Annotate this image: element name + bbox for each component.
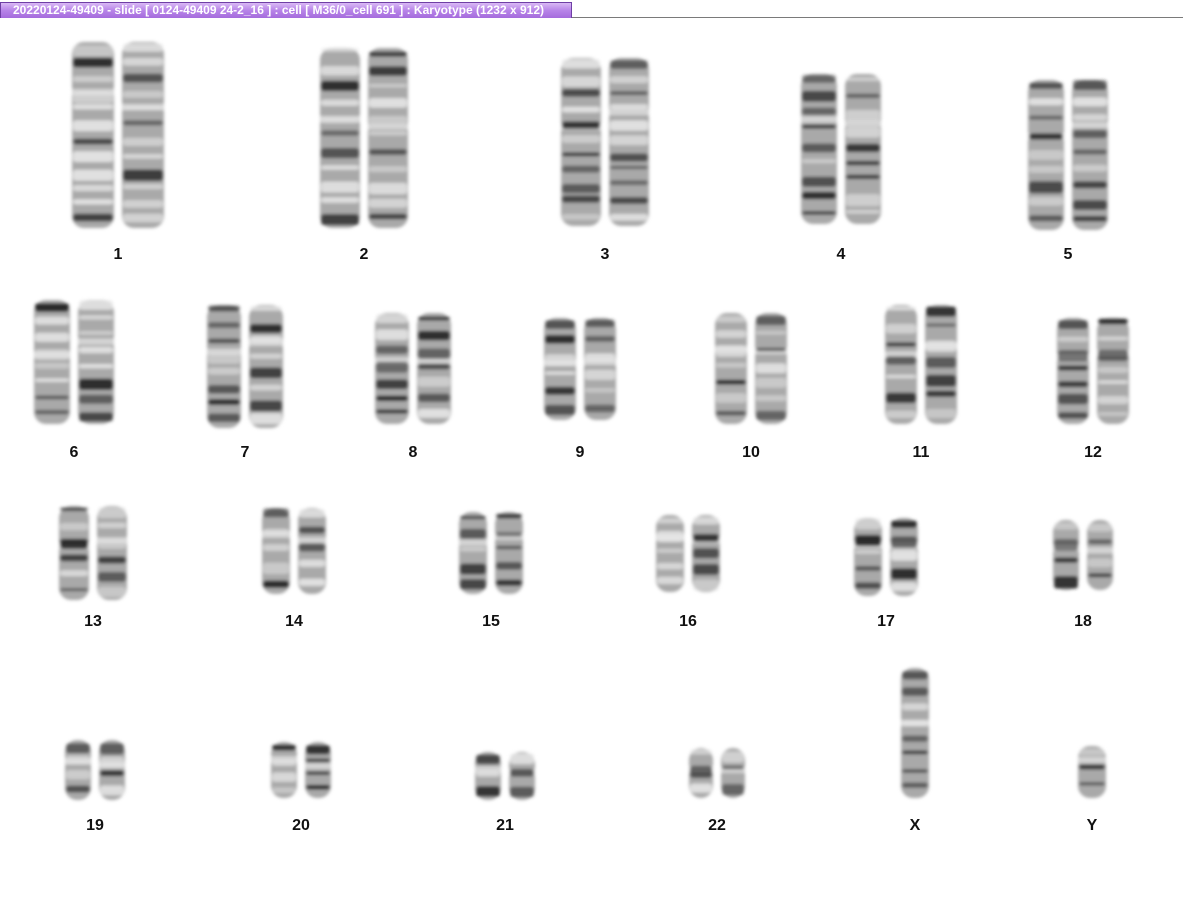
chromatid-19-1 <box>63 740 93 800</box>
chromatid-22-1 <box>687 748 715 798</box>
chromosome-label-9: 9 <box>575 444 585 461</box>
chromosome-label-3: 3 <box>600 246 610 263</box>
chromosome-4-pair[interactable] <box>797 70 885 228</box>
karyotype-panel: 1 2 3 4 5 6 7 8 9 10 11 12 13 14 15 16 17 18 19 20 21 22 X Y <box>0 19 1183 899</box>
chromatid-2-1 <box>318 48 362 228</box>
chromatid-7-1 <box>205 305 243 428</box>
chromatid-1-1 <box>70 42 116 228</box>
chromosome-label-15: 15 <box>482 613 500 630</box>
chromatid-6-1 <box>32 300 72 424</box>
chromatid-16-2 <box>690 515 722 592</box>
chromatid-7-2 <box>247 305 285 428</box>
chromatid-6-2 <box>76 300 116 424</box>
chromosome-label-6: 6 <box>69 444 79 461</box>
chromosome-y-pair[interactable] <box>1074 742 1110 802</box>
chromatid-10-1 <box>713 313 749 424</box>
chromatid-18-1 <box>1051 520 1081 590</box>
chromosome-9-pair[interactable] <box>540 314 620 424</box>
chromosome-label-20: 20 <box>292 817 310 834</box>
chromatid-15-2 <box>493 512 525 594</box>
chromosome-x-pair[interactable] <box>897 664 933 802</box>
chromatid-15-1 <box>457 512 489 594</box>
chromosome-20-pair[interactable] <box>267 738 335 802</box>
chromatid-9-2 <box>582 318 618 420</box>
chromosome-8-pair[interactable] <box>371 309 455 428</box>
chromatid-12-1 <box>1055 318 1091 424</box>
chromatid-8-2 <box>415 313 453 424</box>
chromatid-1-2 <box>120 42 166 228</box>
chromatid-21-1 <box>473 752 503 800</box>
chromosome-22-pair[interactable] <box>685 744 749 802</box>
chromosome-6-pair[interactable] <box>30 296 118 428</box>
chromosome-14-pair[interactable] <box>258 504 330 598</box>
chromatid-y-1 <box>1076 746 1108 798</box>
window-title-bar: 20220124-49409 - slide [ 0124-49409 24-2… <box>0 0 1183 18</box>
chromatid-4-2 <box>843 74 883 224</box>
chromosome-2-pair[interactable] <box>316 44 412 232</box>
chromosome-label-4: 4 <box>836 246 846 263</box>
chromatid-9-1 <box>542 318 578 420</box>
chromosome-label-13: 13 <box>84 613 102 630</box>
chromatid-5-1 <box>1026 80 1066 230</box>
chromosome-13-pair[interactable] <box>55 502 131 604</box>
chromosome-label-x: X <box>909 817 921 834</box>
chromosome-label-21: 21 <box>496 817 514 834</box>
chromosome-label-7: 7 <box>240 444 250 461</box>
chromatid-21-2 <box>507 752 537 800</box>
chromatid-14-2 <box>296 508 328 594</box>
chromosome-label-11: 11 <box>912 444 930 461</box>
window-title-tab[interactable]: 20220124-49409 - slide [ 0124-49409 24-2… <box>0 2 572 18</box>
chromatid-22-2 <box>719 748 747 798</box>
chromatid-4-1 <box>799 74 839 224</box>
chromosome-label-1: 1 <box>113 246 123 263</box>
chromosome-label-22: 22 <box>708 817 726 834</box>
chromatid-10-2 <box>753 313 789 424</box>
chromosome-label-17: 17 <box>877 613 895 630</box>
chromatid-13-1 <box>57 506 91 600</box>
chromosome-label-18: 18 <box>1074 613 1092 630</box>
chromatid-8-1 <box>373 313 411 424</box>
chromatid-14-1 <box>260 508 292 594</box>
chromatid-3-1 <box>559 58 603 226</box>
chromosome-15-pair[interactable] <box>455 508 527 598</box>
chromatid-18-2 <box>1085 520 1115 590</box>
chromatid-5-2 <box>1070 80 1110 230</box>
chromosome-1-pair[interactable] <box>68 38 168 232</box>
chromosome-3-pair[interactable] <box>557 54 653 230</box>
chromatid-20-1 <box>269 742 299 798</box>
chromosome-label-y: Y <box>1086 817 1098 834</box>
chromosome-10-pair[interactable] <box>711 309 791 428</box>
chromosome-21-pair[interactable] <box>471 748 539 804</box>
chromosome-16-pair[interactable] <box>652 511 724 596</box>
chromatid-16-1 <box>654 515 686 592</box>
chromatid-11-1 <box>883 305 919 424</box>
chromosome-label-8: 8 <box>408 444 418 461</box>
chromosome-label-14: 14 <box>285 613 303 630</box>
chromatid-3-2 <box>607 58 651 226</box>
chromatid-19-2 <box>97 740 127 800</box>
chromatid-x-1 <box>899 668 931 798</box>
chromosome-label-12: 12 <box>1084 444 1102 461</box>
chromosome-18-pair[interactable] <box>1049 516 1117 594</box>
chromatid-2-2 <box>366 48 410 228</box>
chromatid-13-2 <box>95 506 129 600</box>
chromosome-label-5: 5 <box>1063 246 1073 263</box>
chromatid-20-2 <box>303 742 333 798</box>
chromatid-17-2 <box>888 518 920 596</box>
chromosome-19-pair[interactable] <box>61 736 129 804</box>
chromosome-label-16: 16 <box>679 613 697 630</box>
chromosome-7-pair[interactable] <box>203 301 287 432</box>
chromosome-12-pair[interactable] <box>1053 314 1133 428</box>
chromosome-11-pair[interactable] <box>881 301 961 428</box>
chromatid-17-1 <box>852 518 884 596</box>
chromosome-label-19: 19 <box>86 817 104 834</box>
chromosome-17-pair[interactable] <box>850 514 922 600</box>
chromosome-label-2: 2 <box>359 246 369 263</box>
chromosome-5-pair[interactable] <box>1024 76 1112 234</box>
chromatid-12-2 <box>1095 318 1131 424</box>
chromatid-11-2 <box>923 305 959 424</box>
chromosome-label-10: 10 <box>742 444 760 461</box>
